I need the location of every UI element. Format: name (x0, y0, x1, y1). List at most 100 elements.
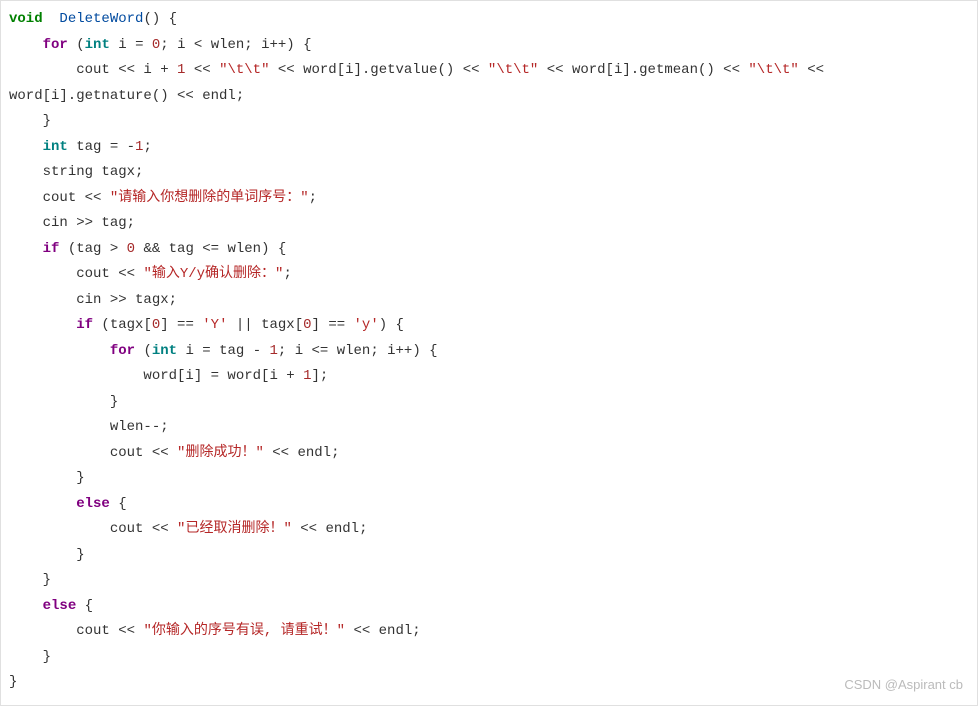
token-op: word[i].getnature() << endl; (9, 88, 244, 104)
token-op: && tag <= wlen) { (135, 241, 286, 257)
token-kw-if: if (43, 241, 60, 257)
code-line: cin >> tagx; (1, 288, 977, 314)
token-kw-if: if (76, 317, 93, 333)
token-op: || tagx[ (227, 317, 303, 333)
token-op: { (110, 496, 127, 512)
token-str: "\t\t" (748, 62, 798, 78)
token-str: "\t\t" (488, 62, 538, 78)
token-op: (tagx[ (93, 317, 152, 333)
token-op: cin >> tag; (43, 215, 135, 231)
token-op: ; (143, 139, 151, 155)
token-op: { (76, 598, 93, 614)
token-str: "\t\t" (219, 62, 269, 78)
token-str: "已经取消删除！" (177, 521, 292, 537)
token-op: cout << i + (76, 62, 177, 78)
token-kw-for: for (43, 37, 68, 53)
token-op: tag = - (68, 139, 135, 155)
token-num: 0 (152, 317, 160, 333)
token-op: cout << (76, 623, 143, 639)
token-op: ) { (379, 317, 404, 333)
token-op: ( (68, 37, 85, 53)
code-line: if (tag > 0 && tag <= wlen) { (1, 237, 977, 263)
token-num: 0 (303, 317, 311, 333)
code-line: wlen--; (1, 415, 977, 441)
code-line: } (1, 390, 977, 416)
code-line: cout << "输入Y/y确认删除："; (1, 262, 977, 288)
token-str: 'Y' (202, 317, 227, 333)
code-line: cout << "请输入你想删除的单词序号："; (1, 186, 977, 212)
code-line: word[i] = word[i + 1]; (1, 364, 977, 390)
token-op: << (185, 62, 219, 78)
code-line: else { (1, 594, 977, 620)
token-kw-int: int (152, 343, 177, 359)
token-op: ( (135, 343, 152, 359)
code-line: for (int i = 0; i < wlen; i++) { (1, 33, 977, 59)
token-kw-void: void (9, 11, 43, 27)
token-kw-else: else (76, 496, 110, 512)
token-op: } (110, 394, 118, 410)
code-line: else { (1, 492, 977, 518)
token-kw-for: for (110, 343, 135, 359)
token-op: i = tag - (177, 343, 269, 359)
token-str: "输入Y/y确认删除：" (143, 266, 283, 282)
token-op: } (43, 572, 51, 588)
code-line: cin >> tag; (1, 211, 977, 237)
watermark: CSDN @Aspirant cb (844, 672, 963, 698)
token-op: cout << (43, 190, 110, 206)
token-op: << endl; (264, 445, 340, 461)
token-kw-int: int (85, 37, 110, 53)
token-op: ; (309, 190, 317, 206)
token-op: cout << (110, 521, 177, 537)
token-op: cout << (76, 266, 143, 282)
code-line: if (tagx[0] == 'Y' || tagx[0] == 'y') { (1, 313, 977, 339)
code-line: int tag = -1; (1, 135, 977, 161)
token-op: << word[i].getmean() << (538, 62, 748, 78)
token-op: } (76, 547, 84, 563)
code-line: cout << "删除成功！" << endl; (1, 441, 977, 467)
token-kw-int: int (43, 139, 68, 155)
token-op: } (76, 470, 84, 486)
code-line: string tagx; (1, 160, 977, 186)
token-op: (tag > (59, 241, 126, 257)
token-str: 'y' (354, 317, 379, 333)
token-kw-else: else (43, 598, 77, 614)
token-op: << endl; (345, 623, 421, 639)
token-op: wlen--; (110, 419, 169, 435)
token-op: << word[i].getvalue() << (269, 62, 487, 78)
code-line: } (1, 670, 977, 696)
token-op: cout << (110, 445, 177, 461)
token-str: "请输入你想删除的单词序号：" (110, 190, 309, 206)
token-op: << (799, 62, 824, 78)
token-op: ; (283, 266, 291, 282)
token-str: "删除成功！" (177, 445, 264, 461)
token-op: i = (110, 37, 152, 53)
code-line: } (1, 568, 977, 594)
token-op: ; i <= wlen; i++) { (278, 343, 438, 359)
code-line: cout << "你输入的序号有误, 请重试！" << endl; (1, 619, 977, 645)
code-line: } (1, 543, 977, 569)
token-num: 1 (270, 343, 278, 359)
token-op: } (9, 674, 17, 690)
code-line: } (1, 109, 977, 135)
code-line: void DeleteWord() { (1, 7, 977, 33)
token-num: 0 (127, 241, 135, 257)
token-op: << endl; (292, 521, 368, 537)
token-fn: DeleteWord (59, 11, 143, 27)
code-line: } (1, 645, 977, 671)
token-op: ; i < wlen; i++) { (160, 37, 311, 53)
token-op: () { (143, 11, 177, 27)
token-op: ] == (160, 317, 202, 333)
token-op: string tagx; (43, 164, 144, 180)
token-str: "你输入的序号有误, 请重试！" (143, 623, 345, 639)
token-op: word[i] = word[i + (143, 368, 303, 384)
token-op: ] == (312, 317, 354, 333)
code-line: cout << "已经取消删除！" << endl; (1, 517, 977, 543)
code-line: cout << i + 1 << "\t\t" << word[i].getva… (1, 58, 977, 84)
code-line: word[i].getnature() << endl; (1, 84, 977, 110)
token-op: cin >> tagx; (76, 292, 177, 308)
token-op: } (43, 649, 51, 665)
token-op: ]; (311, 368, 328, 384)
token-op: } (43, 113, 51, 129)
code-block: void DeleteWord() { for (int i = 0; i < … (1, 1, 977, 696)
code-line: } (1, 466, 977, 492)
